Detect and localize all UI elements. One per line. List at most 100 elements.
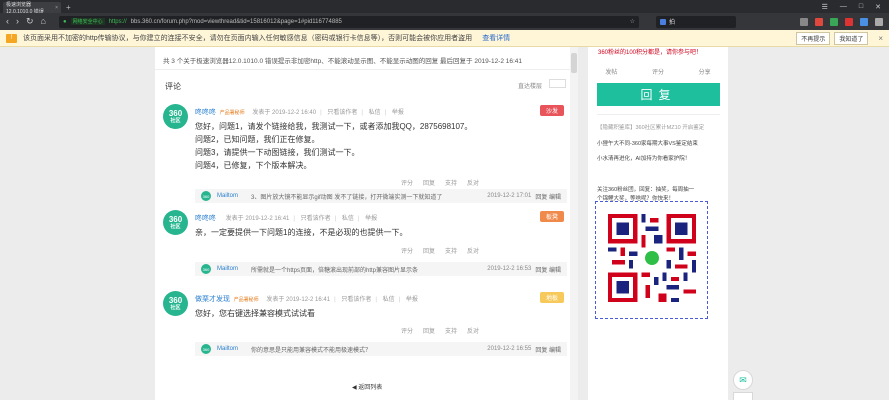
reply-edit-links[interactable]: 回复 编辑 — [535, 345, 561, 354]
post-thread-link[interactable]: 发帖 — [605, 67, 617, 76]
support-button[interactable]: 支持 — [445, 246, 457, 255]
rate-button[interactable]: 评分 — [401, 246, 413, 255]
back-icon[interactable]: ‹ — [6, 13, 9, 30]
browser-tab[interactable]: 极速浏览器12.0.1010.0 错误 × — [3, 2, 61, 15]
thread-summary: 共 3 个关于极速浏览器12.0.1010.0 错误提示非加密http、不能滚动… — [163, 58, 523, 65]
extension-icon[interactable] — [800, 17, 808, 26]
forward-icon[interactable]: › — [16, 13, 19, 30]
qr-code — [608, 214, 696, 302]
post-content: 您好，您右键选择兼容模式试试看 — [195, 307, 315, 320]
post-username[interactable]: 做栗才发现 — [195, 296, 230, 303]
extension-icon[interactable] — [875, 17, 883, 26]
url-text: bbs.360.cn/forum.php?mod=viewthread&tid=… — [130, 18, 342, 25]
reload-icon[interactable]: ↻ — [26, 13, 34, 30]
share-row: 发帖 评分 分享 — [588, 67, 728, 76]
reply-avatar: 360 — [201, 264, 211, 274]
reply-time: 2019-12-2 16:55 — [487, 346, 532, 352]
jump-floor-input[interactable] — [549, 79, 566, 88]
url-scheme: https:// — [108, 18, 127, 25]
share-link[interactable]: 分享 — [699, 67, 711, 76]
reply-edit-links[interactable]: 回复 编辑 — [535, 265, 561, 274]
content-scrollbar[interactable] — [570, 47, 578, 400]
new-tab-icon[interactable]: + — [66, 2, 71, 13]
private-message-link[interactable]: 私信 — [369, 110, 381, 116]
oppose-button[interactable]: 反对 — [467, 326, 479, 335]
reply-avatar: 360 — [201, 344, 211, 354]
avatar-text: 360 — [168, 214, 183, 224]
avatar-text: 360 — [168, 295, 183, 305]
sidebar-link[interactable]: 小狸午大不同-360家每期大事VS鉴定结束 — [597, 139, 698, 147]
only-author-link[interactable]: 只看该作者 — [341, 297, 371, 303]
dont-remind-button[interactable]: 不再提示 — [796, 31, 831, 45]
reply-button[interactable]: 回复 — [423, 326, 435, 335]
reply-time: 2019-12-2 16:53 — [487, 266, 532, 272]
page: 共 3 个关于极速浏览器12.0.1010.0 错误提示非加密http、不能滚动… — [0, 47, 889, 400]
support-button[interactable]: 支持 — [445, 326, 457, 335]
wechat-logo — [642, 248, 662, 268]
sidebar-link[interactable]: 【隐藏积鉴库】360社区累计MZ10 开启鉴定 — [597, 123, 704, 131]
floor-badge: 沙发 — [540, 105, 564, 116]
got-it-button[interactable]: 我知道了 — [834, 31, 869, 45]
tab-close-icon[interactable]: × — [55, 5, 58, 11]
floor-badge: 板凳 — [540, 211, 564, 222]
right-sidebar: 360粉丝的100积分都是，请你参与吧！ 发帖 评分 分享 回复 【隐藏积鉴库】… — [588, 47, 728, 400]
extension-icon[interactable] — [860, 17, 868, 26]
url-input[interactable]: ● 网络安全中心 https:// bbs.360.cn/forum.php?m… — [58, 15, 639, 28]
back-to-top-button[interactable] — [733, 392, 753, 400]
rate-button[interactable]: 评分 — [401, 178, 413, 187]
chat-icon[interactable]: ✉ — [733, 370, 753, 390]
post-actions: 评分 回复 支持 反对 — [401, 326, 479, 335]
oppose-button[interactable]: 反对 — [467, 246, 479, 255]
promo-text[interactable]: 360粉丝的100积分都是，请你参与吧！ — [598, 47, 702, 56]
reply-button[interactable]: 回复 — [423, 246, 435, 255]
thread-main: 共 3 个关于极速浏览器12.0.1010.0 错误提示非加密http、不能滚动… — [155, 47, 570, 400]
oppose-button[interactable]: 反对 — [467, 178, 479, 187]
rate-button[interactable]: 评分 — [401, 326, 413, 335]
menu-icon[interactable]: ☰ — [822, 3, 828, 11]
avatar[interactable]: 360 社区 — [163, 210, 188, 235]
reply-button[interactable]: 回复 — [423, 178, 435, 187]
scrollbar-thumb[interactable] — [571, 53, 577, 73]
post-line: 问题4，已修复，下个版本解决。 — [195, 161, 312, 170]
bookmark-star-icon[interactable]: ☆ — [630, 18, 635, 25]
sidebar-link[interactable]: 小水清再进化，AI加持为你看家护院！ — [597, 154, 690, 162]
reply-username[interactable]: Mailtom — [217, 266, 245, 272]
support-button[interactable]: 支持 — [445, 178, 457, 187]
home-icon[interactable]: ⌂ — [41, 13, 46, 30]
post-line: 问题2，已知问题，我们正在修复。 — [195, 135, 320, 144]
reply-username[interactable]: Mailtom — [217, 346, 245, 352]
maximize-icon[interactable]: □ — [859, 3, 863, 10]
reply-item: 360 Mailtom 3、图片放大镜不能显示gif动图 发不了链接，打开微端实… — [195, 189, 567, 203]
only-author-link[interactable]: 只看该作者 — [327, 110, 357, 116]
private-message-link[interactable]: 私信 — [383, 297, 395, 303]
rate-link[interactable]: 评分 — [652, 67, 664, 76]
extension-icon[interactable] — [830, 17, 838, 26]
only-author-link[interactable]: 只看该作者 — [301, 216, 331, 222]
post-line: 亲，一定要提供一下问题1的连接，不是必现的也提供一下。 — [195, 228, 408, 237]
post-username[interactable]: 咚咚咚 — [195, 109, 216, 116]
post-line: 问题3，请提供一下动图链接，我们测试一下。 — [195, 148, 360, 157]
warning-details-link[interactable]: 查看详情 — [482, 33, 510, 43]
reply-username[interactable]: Mailtom — [217, 193, 245, 199]
post-actions: 评分 回复 支持 反对 — [401, 246, 479, 255]
extension-icon[interactable] — [845, 17, 853, 26]
report-link[interactable]: 举报 — [392, 110, 404, 116]
report-link[interactable]: 举报 — [365, 216, 377, 222]
search-text: 拍 — [668, 20, 675, 26]
search-box[interactable]: 拍 — [655, 15, 736, 28]
extension-icon[interactable] — [815, 17, 823, 26]
divider — [155, 69, 570, 70]
window-close-icon[interactable]: ✕ — [875, 3, 881, 11]
big-reply-button[interactable]: 回复 — [597, 83, 720, 106]
private-message-link[interactable]: 私信 — [342, 216, 354, 222]
report-link[interactable]: 举报 — [406, 297, 418, 303]
post-username[interactable]: 咚咚咚 — [195, 215, 216, 222]
reply-edit-links[interactable]: 回复 编辑 — [535, 192, 561, 201]
back-to-list-link[interactable]: ◀ 返回列表 — [352, 382, 382, 391]
minimize-icon[interactable]: — — [840, 3, 847, 10]
reply-text: 所需就是一个https页面，倍糖滚出现前部的http兼容图片显示条 — [251, 267, 419, 274]
avatar[interactable]: 360 社区 — [163, 291, 188, 316]
warning-close-icon[interactable]: × — [878, 34, 883, 43]
post-actions: 评分 回复 支持 反对 — [401, 178, 479, 187]
avatar[interactable]: 360 社区 — [163, 104, 188, 129]
